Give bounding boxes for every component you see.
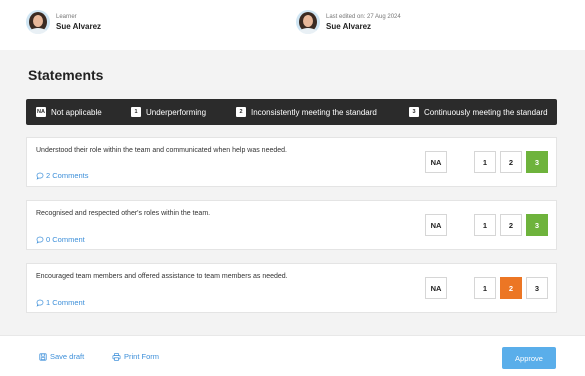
legend-label-na: Not applicable [51,107,102,117]
statement-card: Recognised and respected other's roles w… [26,200,557,250]
rating-legend: NA Not applicable 1 Underperforming 2 In… [26,99,557,125]
statement-card: Encouraged team members and offered assi… [26,263,557,313]
legend-label-1: Underperforming [146,107,207,117]
save-draft-label: Save draft [50,352,85,361]
statement-text: Encouraged team members and offered assi… [36,273,288,280]
comments-link[interactable]: 2 Comments [36,171,89,180]
learner-info: Learner Sue Alvarez [26,10,101,34]
print-form-label: Print Form [124,352,160,361]
rating-2-button[interactable]: 2 [500,214,522,236]
rating-1-button[interactable]: 1 [474,277,496,299]
learner-label: Learner [56,13,77,20]
learner-avatar [26,10,50,34]
legend-key-na: NA [36,107,46,117]
comment-icon [36,236,44,244]
legend-item-1: 1 Underperforming [131,107,206,117]
print-form-button[interactable]: Print Form [112,352,159,361]
footer-bar: Save draft Print Form Approve [0,335,585,376]
print-icon [112,352,121,361]
page-title: Statements [28,67,104,83]
statement-card: Understood their role within the team an… [26,137,557,187]
statement-text: Recognised and respected other's roles w… [36,210,211,217]
editor-info: Last edited on: 27 Aug 2024 Sue Alvarez [296,10,401,34]
rating-na-button[interactable]: NA [425,214,447,236]
approve-button[interactable]: Approve [502,347,556,369]
legend-label-2: Inconsistently meeting the standard [251,107,377,117]
legend-key-1: 1 [131,107,141,117]
legend-item-2: 2 Inconsistently meeting the standard [236,107,377,117]
legend-key-2: 2 [236,107,246,117]
comment-icon [36,172,44,180]
save-icon [39,352,47,361]
comment-icon [36,299,44,307]
legend-key-3: 3 [409,107,419,117]
rating-na-button[interactable]: NA [425,277,447,299]
comments-count: 2 Comments [46,171,89,180]
legend-item-na: NA Not applicable [36,107,102,117]
rating-2-button[interactable]: 2 [500,151,522,173]
comments-link[interactable]: 0 Comment [36,235,85,244]
rating-2-button[interactable]: 2 [500,277,522,299]
legend-item-3: 3 Continuously meeting the standard [409,107,548,117]
editor-name: Sue Alvarez [326,21,372,31]
statement-text: Understood their role within the team an… [36,147,287,154]
legend-label-3: Continuously meeting the standard [424,107,548,117]
rating-na-button[interactable]: NA [425,151,447,173]
comments-count: 0 Comment [46,235,85,244]
rating-1-button[interactable]: 1 [474,214,496,236]
comments-count: 1 Comment [46,298,85,307]
last-edited-label: Last edited on: 27 Aug 2024 [326,13,401,20]
editor-avatar [296,10,320,34]
comments-link[interactable]: 1 Comment [36,298,85,307]
rating-3-button[interactable]: 3 [526,214,548,236]
header: Learner Sue Alvarez Last edited on: 27 A… [0,0,585,50]
rating-1-button[interactable]: 1 [474,151,496,173]
rating-3-button[interactable]: 3 [526,277,548,299]
learner-name: Sue Alvarez [56,21,102,31]
rating-3-button[interactable]: 3 [526,151,548,173]
save-draft-button[interactable]: Save draft [39,352,84,361]
